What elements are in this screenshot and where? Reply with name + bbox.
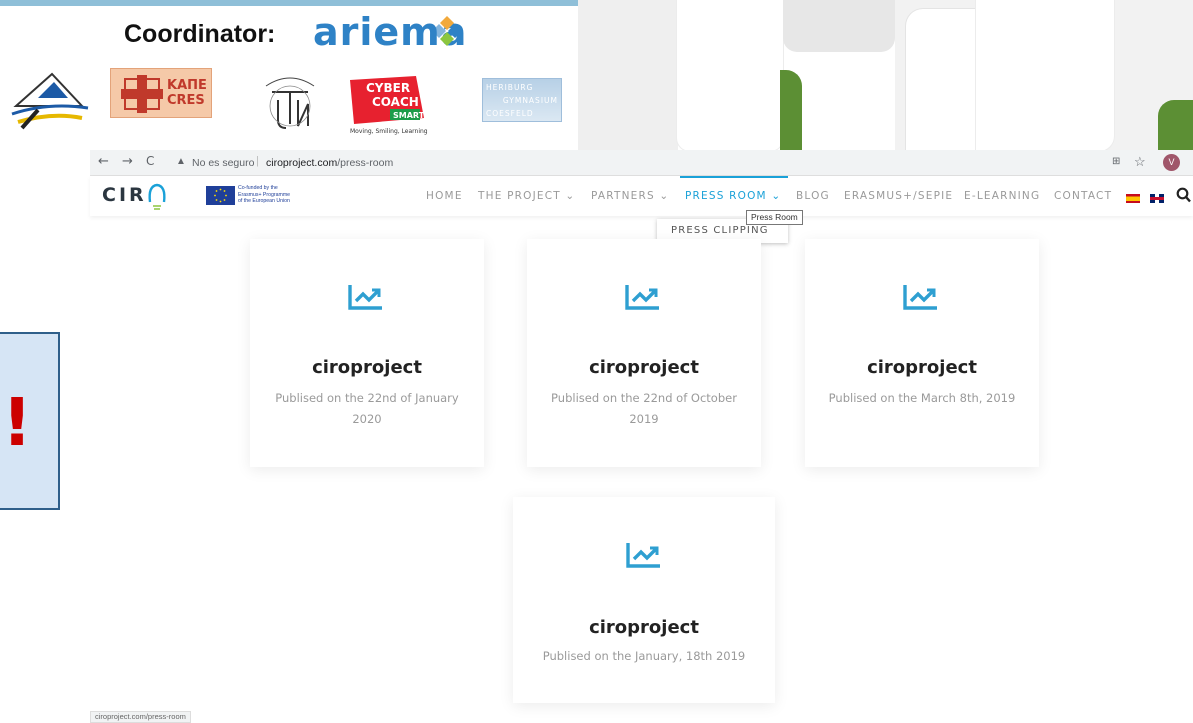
heriburg-text-line1: HERIBURG (486, 83, 534, 92)
site-header: CIR Co-funded by the Erasmus+ Programme … (90, 176, 1193, 216)
browser-toolbar: ← → C ▲ No es seguro | ciroproject.com/p… (90, 150, 1193, 176)
card-date: Publised on the March 8th, 2019 (828, 391, 1016, 405)
forward-icon[interactable]: → (122, 154, 133, 169)
decor-panel (783, 0, 895, 52)
lightbulb-icon (148, 183, 166, 210)
eu-funding-text: Co-funded by the Erasmus+ Programme of t… (238, 185, 318, 205)
press-card[interactable]: ciroproject Publised on the January, 18t… (513, 497, 775, 703)
coordinator-label: Coordinator: (124, 20, 276, 48)
heriburg-text-line2: GYMNASIUM (502, 96, 558, 105)
card-date: Publised on the 22nd of October 2019 (551, 391, 737, 426)
translate-icon[interactable]: ⊞ (1112, 156, 1120, 167)
trending-chart-icon (903, 285, 937, 310)
trending-chart-icon (348, 285, 382, 310)
decor-panel (676, 0, 784, 152)
eu-text-line: Erasmus+ Programme (238, 191, 291, 198)
url-host: ciroproject.com (266, 157, 338, 169)
english-flag-icon[interactable] (1150, 194, 1164, 203)
nav-press-room[interactable]: PRESS ROOM ⌄ (685, 190, 781, 202)
decor-green-tab (780, 70, 802, 152)
cyber-text-line3: SMART (393, 111, 425, 120)
partner-logo-kape: ΚΑΠΕ CRES (110, 68, 212, 118)
heriburg-text-line3: COESFELD (486, 109, 534, 118)
nav-erasmus-sepie[interactable]: ERASMUS+/SEPIE (844, 190, 953, 202)
browser-window: ← → C ▲ No es seguro | ciroproject.com/p… (90, 150, 1193, 723)
cyber-text-line2: COACH (372, 95, 419, 109)
nav-contact[interactable]: CONTACT (1054, 190, 1112, 202)
decor-panel (975, 0, 1115, 152)
card-date: Publised on the January, 18th 2019 (542, 649, 746, 663)
card-date: Publised on the 22nd of January 2020 (275, 391, 459, 426)
card-title: ciroproject (867, 357, 977, 378)
decor-panel (578, 0, 678, 160)
kape-text-line1: ΚΑΠΕ (167, 78, 207, 93)
trending-chart-icon (626, 543, 660, 568)
press-card[interactable]: ciroproject Publised on the March 8th, 2… (805, 239, 1039, 467)
eu-text-line: Co-funded by the (238, 185, 278, 191)
nav-the-project[interactable]: THE PROJECT ⌄ (478, 190, 575, 202)
back-icon[interactable]: ← (98, 154, 109, 169)
url-path: /press-room (337, 157, 394, 169)
nav-e-learning[interactable]: E-LEARNING (964, 190, 1040, 202)
eu-text-line: of the European Union (238, 198, 290, 204)
exclamation-icon: ! (1, 384, 33, 461)
spanish-flag-icon[interactable] (1126, 194, 1140, 203)
trending-chart-icon (625, 285, 659, 310)
partner-logo-jtn (265, 77, 315, 129)
profile-avatar[interactable]: V (1163, 154, 1180, 171)
card-title: ciroproject (589, 617, 699, 638)
press-card[interactable]: ciroproject Publised on the 22nd of Janu… (250, 239, 484, 467)
nav-blog[interactable]: BLOG (796, 190, 830, 202)
reload-icon[interactable]: C (146, 154, 154, 168)
press-card[interactable]: ciroproject Publised on the 22nd of Octo… (527, 239, 761, 467)
kape-emblem-icon (121, 75, 163, 113)
ariema-logo-mark-icon (432, 16, 462, 46)
card-title: ciroproject (589, 357, 699, 378)
decor-panel (905, 8, 977, 152)
press-room-tooltip: Press Room (746, 210, 803, 225)
dropdown-press-clipping[interactable]: PRESS CLIPPING (671, 225, 769, 236)
warning-icon: ▲ (176, 156, 186, 167)
partner-logo-heriburg: HERIBURG GYMNASIUM COESFELD (482, 78, 562, 122)
link-status-bar: ciroproject.com/press-room (90, 711, 191, 723)
partner-logo-triangle (11, 72, 89, 130)
address-bar[interactable]: ciroproject.com/press-room (266, 157, 393, 169)
nav-home[interactable]: HOME (426, 190, 463, 202)
eu-flag-icon (206, 186, 235, 205)
url-separator: | (256, 155, 259, 167)
partner-logo-cybercoach: CYBER COACH SMART (350, 76, 425, 124)
card-title: ciroproject (312, 357, 422, 378)
cybercoach-tagline: Moving, Smiling, Learning (350, 128, 428, 135)
bookmark-star-icon[interactable]: ☆ (1134, 154, 1146, 170)
active-menu-indicator (680, 176, 788, 178)
kape-text-line2: CRES (167, 93, 205, 108)
cyber-text-line1: CYBER (366, 81, 410, 95)
decor-green-tab (1158, 100, 1193, 152)
not-secure-label[interactable]: No es seguro (192, 157, 254, 169)
site-logo[interactable]: CIR (102, 184, 147, 206)
nav-partners[interactable]: PARTNERS ⌄ (591, 190, 669, 202)
search-icon[interactable] (1176, 186, 1191, 204)
alert-callout: ! (0, 332, 60, 510)
